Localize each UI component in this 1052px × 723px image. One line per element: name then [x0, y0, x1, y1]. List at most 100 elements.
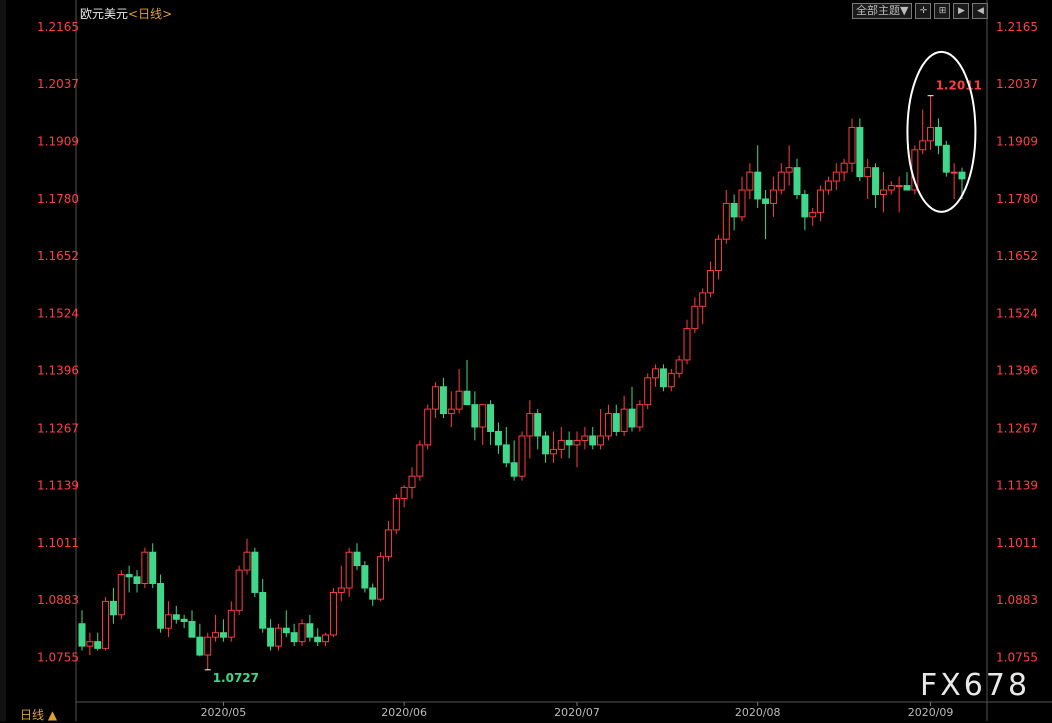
candle-body	[125, 574, 133, 578]
candle-body	[424, 408, 432, 446]
candle-body	[895, 185, 903, 188]
y-tick-label-left: 1.1011	[37, 536, 79, 550]
y-tick-label-right: 1.1524	[996, 306, 1038, 320]
candle-body	[848, 126, 856, 164]
y-tick-label-left: 1.1396	[37, 364, 79, 378]
candle-body	[259, 591, 267, 629]
candle-body	[243, 551, 251, 571]
candle-body	[180, 618, 188, 623]
candle-body	[502, 444, 510, 464]
candle-body	[102, 600, 110, 649]
y-tick-label-right: 1.1396	[996, 364, 1038, 378]
candle-body	[251, 551, 259, 593]
candle-body	[565, 439, 573, 446]
candle-body	[612, 413, 620, 432]
candle-body	[219, 632, 227, 638]
candle-body	[479, 404, 487, 428]
candle-body	[267, 627, 275, 647]
y-tick-label-right: 1.0883	[996, 593, 1038, 607]
candle-body	[196, 636, 204, 656]
candle-body	[494, 430, 502, 446]
candle-body	[714, 238, 722, 272]
candle-body	[589, 435, 597, 446]
candle-body	[290, 632, 298, 643]
candle-body	[864, 167, 872, 178]
candle-body	[809, 211, 817, 218]
candle-body	[856, 126, 864, 178]
candle-body	[824, 180, 832, 191]
candle-body	[644, 377, 652, 406]
candle-body	[526, 413, 534, 437]
candle-body	[817, 189, 825, 213]
candle-body	[94, 641, 102, 649]
candle-body	[306, 623, 314, 638]
candle-body	[793, 167, 801, 196]
candle-body	[117, 574, 125, 616]
candle-body	[400, 486, 408, 500]
x-tick-label: 2020/07	[554, 706, 600, 719]
y-tick-label-right: 1.1652	[996, 249, 1038, 263]
candle-body	[927, 126, 935, 142]
candle-body	[149, 551, 157, 585]
y-tick-label-left: 1.2037	[37, 77, 79, 91]
candle-body	[439, 386, 447, 415]
timeframe-selector[interactable]: 日线 ▲	[20, 706, 57, 723]
y-tick-label-left: 1.1267	[37, 421, 79, 435]
high-price-annotation: 1.2011	[936, 79, 982, 93]
candle-body	[785, 167, 793, 173]
candle-body	[510, 462, 518, 477]
candle-body	[919, 140, 927, 151]
candle-body	[298, 623, 306, 643]
candle-body	[487, 404, 495, 432]
y-tick-label-left: 1.2165	[37, 20, 79, 34]
candle-body	[274, 627, 282, 647]
candle-body	[934, 126, 942, 146]
y-tick-label-left: 1.0883	[37, 593, 79, 607]
candle-body	[636, 404, 644, 428]
candle-body	[887, 185, 895, 191]
candle-body	[314, 636, 322, 643]
candle-body	[345, 551, 353, 589]
y-tick-label-left: 1.1524	[37, 306, 79, 320]
candle-body	[361, 565, 369, 589]
candle-body	[950, 171, 958, 174]
candle-body	[683, 328, 691, 361]
x-tick-label: 2020/05	[201, 706, 247, 719]
candle-body	[762, 198, 770, 204]
candle-body	[604, 413, 612, 437]
candle-body	[384, 529, 392, 558]
watermark-logo: FX678	[920, 668, 1031, 703]
candle-body	[377, 556, 385, 600]
candle-body	[337, 587, 345, 593]
candle-body	[722, 202, 730, 240]
candle-body	[707, 270, 715, 294]
candle-body	[86, 641, 94, 647]
candle-body	[942, 144, 950, 173]
y-tick-label-right: 1.0755	[996, 650, 1038, 664]
candle-body	[597, 435, 605, 446]
candle-body	[652, 368, 660, 379]
y-tick-label-left: 1.1780	[37, 192, 79, 206]
candle-body	[832, 171, 840, 182]
candle-body	[235, 569, 243, 611]
y-tick-label-right: 1.2165	[996, 20, 1038, 34]
candle-body	[557, 439, 565, 450]
y-tick-label-right: 1.1780	[996, 192, 1038, 206]
candle-body	[659, 368, 667, 388]
low-price-annotation: 1.0727	[213, 671, 259, 685]
candle-body	[455, 390, 463, 410]
candle-body	[542, 435, 550, 455]
candle-body	[392, 498, 400, 531]
y-tick-label-left: 1.0755	[37, 650, 79, 664]
candle-body	[188, 621, 196, 638]
y-tick-label-right: 1.2037	[996, 77, 1038, 91]
candle-body	[471, 404, 479, 428]
candlestick-chart[interactable]: 1.2165 1.2165 1.2037 1.2037 1.1909 1.1909 1.17…	[0, 0, 1052, 721]
candle-body	[463, 390, 471, 406]
candle-body	[769, 189, 777, 204]
candle-body	[777, 171, 785, 191]
candle-body	[903, 185, 911, 191]
candle-body	[204, 636, 212, 656]
candle-body	[78, 623, 86, 647]
candle-body	[746, 171, 754, 191]
